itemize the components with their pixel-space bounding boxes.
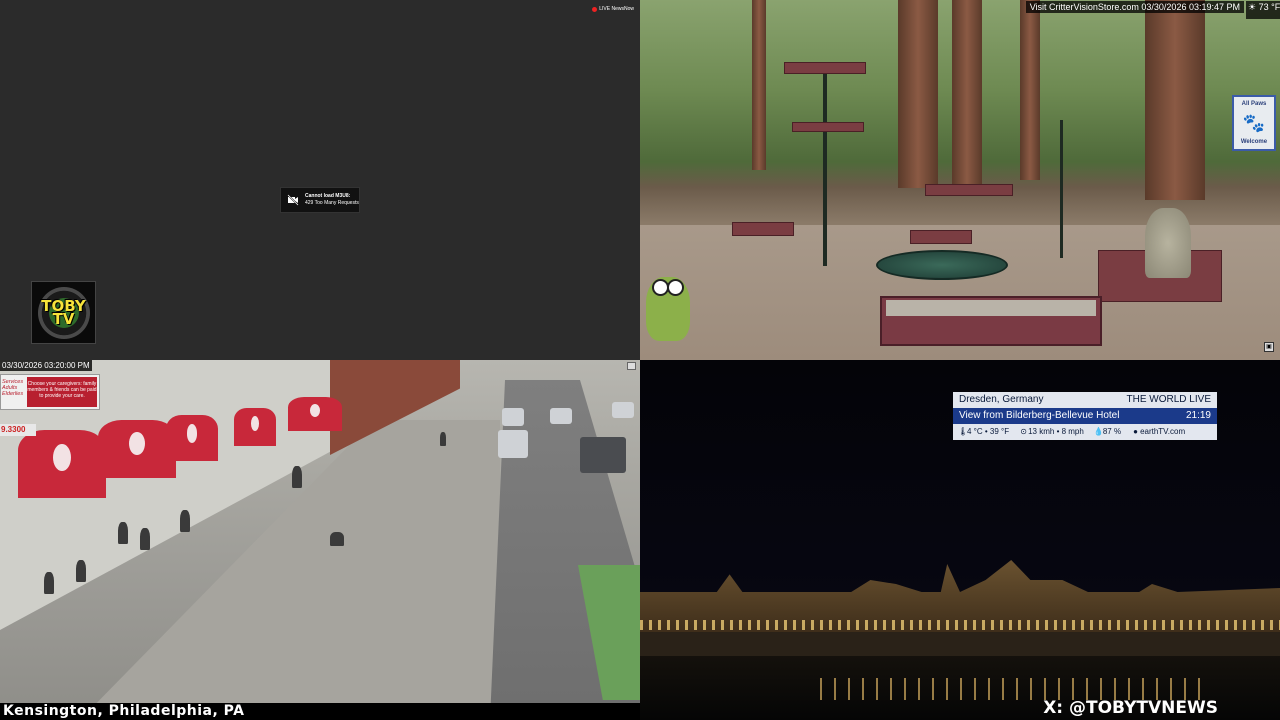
humidity-icon: 💧 bbox=[1093, 427, 1104, 436]
pedestrian bbox=[118, 522, 128, 544]
car bbox=[580, 437, 626, 473]
location-caption: Kensington, Philadelphia, PA bbox=[0, 703, 640, 720]
x-handle-caption: X: @TOBYTVNEWS bbox=[1043, 698, 1218, 718]
wind-value: 13 kmh • 8 mph bbox=[1028, 427, 1084, 436]
tree-trunk bbox=[1020, 0, 1040, 180]
stream-top-left[interactable]: LIVE NewsNow Cannot load M3U8: 429 Too M… bbox=[0, 0, 640, 360]
car bbox=[550, 408, 572, 424]
pedestrian bbox=[180, 510, 190, 532]
channel-watermark-icon bbox=[627, 362, 636, 370]
brand-label: THE WORLD LIVE bbox=[1126, 394, 1211, 405]
camera-timestamp: 03/30/2026 03:20:00 PM bbox=[0, 360, 92, 371]
weather-temperature: ☀ 73 °F bbox=[1246, 1, 1280, 19]
player-error-message: Cannot load M3U8: 429 Too Many Requests bbox=[280, 187, 360, 213]
feeder-pole bbox=[1060, 120, 1063, 258]
stream-bottom-right-dresden[interactable]: Dresden, Germany THE WORLD LIVE View fro… bbox=[640, 360, 1280, 720]
frog-statue bbox=[646, 277, 690, 341]
gas-price-sign: 9.3300 bbox=[0, 424, 36, 436]
earthtv-info-panel: Dresden, Germany THE WORLD LIVE View fro… bbox=[953, 392, 1217, 441]
car bbox=[498, 430, 528, 458]
crittervision-banner: Visit CritterVisionStore.com 03/30/2026 … bbox=[1025, 1, 1244, 13]
red-awning bbox=[98, 420, 176, 478]
paw-icon: 🐾 bbox=[1242, 112, 1266, 133]
error-title: Cannot load M3U8: bbox=[305, 193, 351, 199]
toby-tv-logo: TOBY TV bbox=[31, 281, 96, 344]
live-badge: LIVE NewsNow bbox=[592, 6, 634, 12]
sign-top-text: All Paws bbox=[1241, 100, 1267, 107]
sign-bottom-text: Welcome bbox=[1240, 139, 1268, 146]
temperature-value: 4 °C • 39 °F bbox=[967, 427, 1010, 436]
red-awning bbox=[18, 430, 106, 498]
tree-trunk bbox=[752, 0, 766, 170]
humidity-value: 87 % bbox=[1102, 427, 1122, 436]
feeder-tray bbox=[910, 230, 972, 244]
local-time: 21:19 bbox=[1185, 410, 1211, 421]
channel-watermark-icon: ▣ bbox=[1264, 342, 1274, 352]
welcome-sign: All Paws 🐾 Welcome bbox=[1232, 95, 1276, 151]
logo-text: TOBY TV bbox=[41, 296, 86, 328]
error-detail: 429 Too Many Requests bbox=[305, 200, 359, 206]
video-off-icon bbox=[287, 194, 299, 206]
sign-side-text: Services Adults Elderlies bbox=[2, 379, 24, 397]
red-awning bbox=[288, 397, 342, 431]
tree-trunk bbox=[898, 0, 938, 188]
feeder-tray bbox=[925, 184, 1013, 196]
tree-trunk bbox=[952, 0, 982, 185]
pedestrian bbox=[292, 466, 302, 488]
caregiver-ad-sign: Services Adults Elderlies Choose your ca… bbox=[0, 374, 100, 410]
gravel-tray bbox=[880, 296, 1102, 346]
light-reflections bbox=[820, 678, 1200, 700]
tree-trunk bbox=[1145, 0, 1205, 200]
red-awning bbox=[166, 415, 218, 461]
pedestrian bbox=[140, 528, 150, 550]
temperature-value: 73 °F bbox=[1258, 2, 1280, 12]
feeder-pole bbox=[823, 70, 827, 266]
stream-bottom-left-kensington[interactable]: Services Adults Elderlies Choose your ca… bbox=[0, 360, 640, 720]
feeder-tray bbox=[732, 222, 794, 236]
live-dot-icon bbox=[592, 6, 598, 12]
source-label: earthTV.com bbox=[1140, 427, 1186, 436]
feeder-tray bbox=[784, 62, 866, 74]
pedestrian bbox=[76, 560, 86, 582]
bridge bbox=[640, 632, 1280, 656]
pedestrian bbox=[440, 432, 446, 446]
city-label: Dresden, Germany bbox=[959, 394, 1044, 405]
gravel-stone bbox=[1145, 208, 1191, 278]
city-lights bbox=[640, 620, 1280, 630]
thermometer-icon: 🌡 bbox=[958, 427, 969, 436]
bird-bath bbox=[876, 250, 1008, 280]
wind-icon: ⊙ bbox=[1020, 427, 1027, 436]
car bbox=[612, 402, 634, 418]
pedestrian bbox=[330, 532, 344, 546]
feeder-tray bbox=[792, 122, 864, 132]
live-badge-label: LIVE NewsNow bbox=[599, 6, 634, 12]
car bbox=[502, 408, 524, 426]
sun-icon: ☀ bbox=[1248, 2, 1257, 12]
stream-top-right-critter-cam[interactable]: All Paws 🐾 Welcome Visit CritterVisionSt… bbox=[640, 0, 1280, 360]
earthtv-icon: ● bbox=[1133, 427, 1138, 436]
red-awning bbox=[234, 408, 276, 446]
view-label: View from Bilderberg-Bellevue Hotel bbox=[959, 410, 1120, 421]
pedestrian bbox=[44, 572, 54, 594]
sign-main-text: Choose your caregivers: family members &… bbox=[27, 377, 97, 407]
